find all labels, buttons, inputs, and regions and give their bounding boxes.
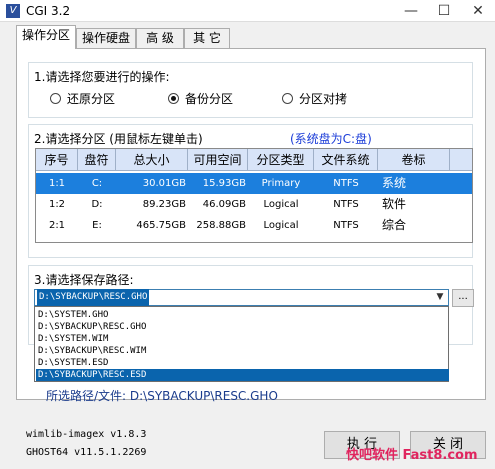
col-header-total[interactable]: 总大小 <box>116 149 188 171</box>
partition-label: 2.请选择分区 (用鼠标左键单击) <box>34 132 203 146</box>
col-header-index[interactable]: 序号 <box>36 149 78 171</box>
operation-label: 1.请选择您要进行的操作: <box>34 70 170 84</box>
dropdown-option-highlighted[interactable]: D:\SYBACKUP\RESC.ESD <box>36 369 449 381</box>
chevron-down-icon[interactable]: ▼ <box>432 290 448 305</box>
ghost-version: GHOST64 v11.5.1.2269 <box>26 447 147 458</box>
radio-backup[interactable]: 备份分区 <box>168 91 233 107</box>
selected-path-label: 所选路径/文件: D:\SYBACKUP\RESC.GHO <box>46 389 278 403</box>
cell-type[interactable]: Primary <box>248 173 314 194</box>
cell-fs[interactable]: NTFS <box>314 194 378 215</box>
col-header-free[interactable]: 可用空间 <box>188 149 248 171</box>
cell-drive[interactable]: E: <box>78 215 116 236</box>
dropdown-option[interactable]: D:\SYSTEM.GHO <box>36 309 449 321</box>
dropdown-option[interactable]: D:\SYSTEM.ESD <box>36 357 449 369</box>
radio-restore-circle[interactable] <box>50 93 61 104</box>
cell-index[interactable]: 1:1 <box>36 173 78 194</box>
cell-drive[interactable]: D: <box>78 194 116 215</box>
dropdown-option[interactable]: D:\SYSTEM.WIM <box>36 333 449 345</box>
col-header-filler <box>450 149 472 171</box>
cell-label[interactable]: 软件 <box>382 194 454 215</box>
tab-advanced[interactable]: 高 级 <box>136 28 184 48</box>
app-icon: V <box>6 4 20 18</box>
cell-free[interactable]: 258.88GB <box>188 215 246 236</box>
col-header-type[interactable]: 分区类型 <box>248 149 314 171</box>
partition-table[interactable]: 序号 盘符 总大小 可用空间 分区类型 文件系统 卷标 1:1 C: 30.01GB… <box>35 148 473 243</box>
cell-total[interactable]: 465.75GB <box>116 215 186 236</box>
radio-copy[interactable]: 分区对拷 <box>282 91 347 107</box>
tab-partition[interactable]: 操作分区 <box>16 25 76 49</box>
browse-button[interactable]: ... <box>452 289 474 307</box>
dropdown-option[interactable]: D:\SYBACKUP\RESC.WIM <box>36 345 449 357</box>
watermark: 快吧软件 Fast8.com <box>346 448 478 463</box>
radio-backup-circle[interactable] <box>168 93 179 104</box>
cell-free[interactable]: 46.09GB <box>188 194 246 215</box>
cell-total[interactable]: 30.01GB <box>116 173 186 194</box>
tab-disk[interactable]: 操作硬盘 <box>76 28 136 48</box>
cell-type[interactable]: Logical <box>248 215 314 236</box>
radio-backup-label: 备份分区 <box>185 92 234 106</box>
col-header-drive[interactable]: 盘符 <box>78 149 116 171</box>
wimlib-version: wimlib-imagex v1.8.3 <box>26 429 147 440</box>
radio-copy-circle[interactable] <box>282 93 293 104</box>
system-disk-note: (系统盘为C:盘) <box>290 132 372 146</box>
minimize-button[interactable]: — <box>395 0 427 22</box>
cell-total[interactable]: 89.23GB <box>116 194 186 215</box>
window-title: CGI 3.2 <box>26 4 71 18</box>
cell-free[interactable]: 15.93GB <box>188 173 246 194</box>
dropdown-option[interactable]: D:\SYBACKUP\RESC.GHO <box>36 321 449 333</box>
save-path-label: 3.请选择保存路径: <box>34 273 134 287</box>
cell-fs[interactable]: NTFS <box>314 215 378 236</box>
cell-index[interactable]: 2:1 <box>36 215 78 236</box>
close-window-button[interactable]: ✕ <box>462 0 494 22</box>
cell-type[interactable]: Logical <box>248 194 314 215</box>
save-path-dropdown[interactable]: D:\SYSTEM.GHO D:\SYBACKUP\RESC.GHO D:\SY… <box>34 306 449 382</box>
radio-copy-label: 分区对拷 <box>299 92 348 106</box>
col-header-label[interactable]: 卷标 <box>378 149 450 171</box>
cell-fs[interactable]: NTFS <box>314 173 378 194</box>
save-path-current[interactable]: D:\SYBACKUP\RESC.GHO <box>37 289 150 306</box>
radio-restore[interactable]: 还原分区 <box>50 91 115 107</box>
tab-other[interactable]: 其 它 <box>184 28 230 48</box>
cell-index[interactable]: 1:2 <box>36 194 78 215</box>
radio-restore-label: 还原分区 <box>67 92 116 106</box>
col-header-fs[interactable]: 文件系统 <box>314 149 378 171</box>
cell-drive[interactable]: C: <box>78 173 116 194</box>
cell-label[interactable]: 系统 <box>382 173 454 194</box>
cell-label[interactable]: 综合 <box>382 215 454 236</box>
maximize-button[interactable]: ☐ <box>428 0 460 22</box>
